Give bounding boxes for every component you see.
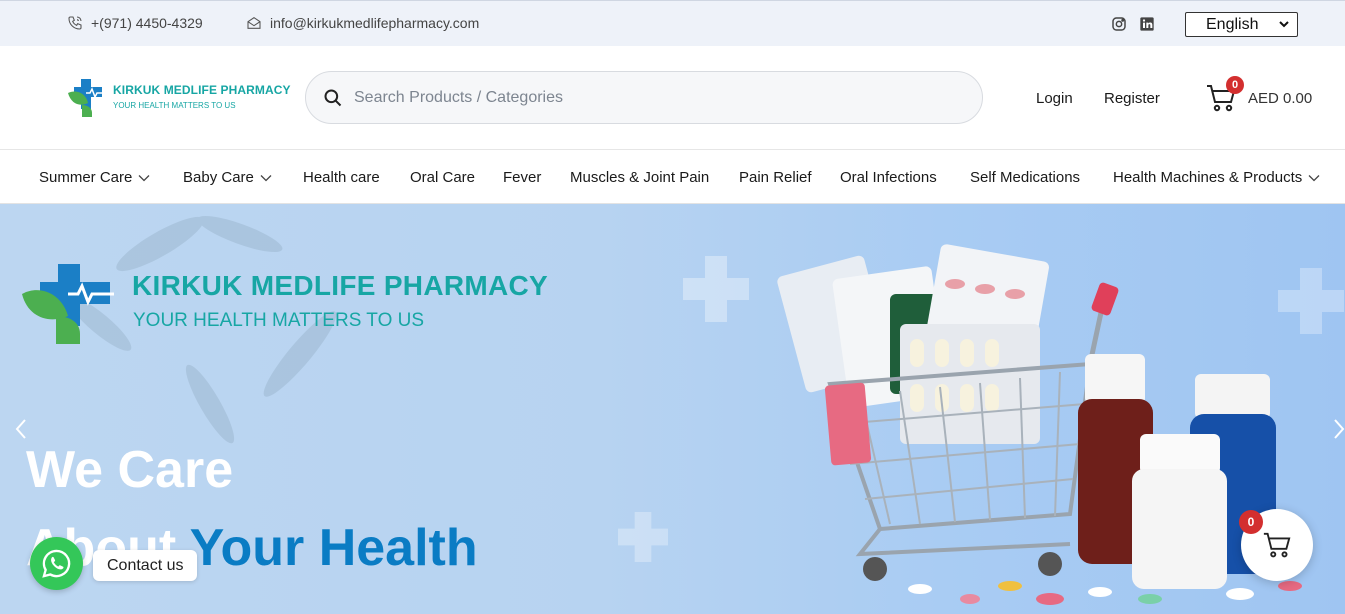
- search-icon[interactable]: [323, 88, 343, 108]
- nav-item-health-machines[interactable]: Health Machines & Products: [1113, 169, 1320, 186]
- language-select[interactable]: English: [1185, 12, 1298, 37]
- pharmacy-logo-icon[interactable]: [66, 77, 106, 119]
- nav-item-label: Summer Care: [39, 169, 133, 186]
- register-link[interactable]: Register: [1104, 90, 1160, 107]
- nav-item-label: Oral Care: [410, 169, 476, 186]
- nav-item-summer-care[interactable]: Summer Care: [39, 169, 150, 186]
- logo-tagline: YOUR HEALTH MATTERS TO US: [113, 101, 236, 110]
- hero-brand-tagline: YOUR HEALTH MATTERS TO US: [133, 310, 425, 331]
- nav-item-label: Baby Care: [183, 169, 254, 186]
- envelope-icon: [247, 17, 261, 29]
- email-contact[interactable]: info@kirkukmedlifepharmacy.com: [246, 15, 479, 31]
- nav-item-health-care[interactable]: Health care: [303, 169, 380, 186]
- medical-cross-decoration: [683, 256, 749, 322]
- nav-item-label: Health care: [303, 169, 380, 186]
- floating-cart-count-badge: 0: [1239, 510, 1263, 534]
- phone-icon: [68, 16, 82, 30]
- nav-item-label: Pain Relief: [739, 169, 812, 186]
- nav-item-label: Health Machines & Products: [1113, 169, 1303, 186]
- nav-item-label: Fever: [503, 169, 542, 186]
- nav-item-fever[interactable]: Fever: [503, 169, 541, 186]
- nav-item-self-medications[interactable]: Self Medications: [970, 169, 1080, 186]
- nav-item-label: Oral Infections: [840, 169, 937, 186]
- login-link[interactable]: Login: [1036, 90, 1073, 107]
- nav-item-oral-care[interactable]: Oral Care: [410, 169, 475, 186]
- hero-brand-name: KIRKUK MEDLIFE PHARMACY: [132, 270, 549, 301]
- hero-headline-line1: We Care: [26, 441, 234, 499]
- nav-item-baby-care[interactable]: Baby Care: [183, 169, 272, 186]
- email-address: info@kirkukmedlifepharmacy.com: [270, 15, 480, 31]
- site-header: KIRKUK MEDLIFE PHARMACY YOUR HEALTH MATT…: [0, 46, 1345, 150]
- nav-item-label: Self Medications: [970, 169, 1081, 186]
- cart-total[interactable]: AED 0.00: [1248, 90, 1312, 107]
- nav-item-muscles-joint-pain[interactable]: Muscles & Joint Pain: [570, 169, 709, 186]
- search-bar: [305, 71, 983, 124]
- nav-item-label: Muscles & Joint Pain: [570, 169, 710, 186]
- hero-headline-blue: Your Health: [189, 519, 478, 577]
- slider-prev-arrow-icon[interactable]: [14, 418, 28, 440]
- contact-us-label[interactable]: Contact us: [93, 550, 198, 581]
- chevron-down-icon: [1308, 174, 1320, 181]
- phone-number: +(971) 4450-4329: [91, 15, 203, 31]
- cart-count-badge: 0: [1226, 76, 1244, 94]
- medical-cross-decoration: [618, 512, 668, 562]
- select-caret-icon: [1279, 21, 1289, 28]
- nav-item-pain-relief[interactable]: Pain Relief: [739, 169, 812, 186]
- chevron-down-icon: [260, 174, 272, 181]
- whatsapp-button[interactable]: [30, 537, 83, 590]
- logo-name: KIRKUK MEDLIFE PHARMACY: [113, 83, 291, 97]
- category-nav: Summer Care Baby Care Health care Oral C…: [0, 151, 1345, 204]
- whatsapp-icon: [42, 549, 71, 578]
- instagram-icon[interactable]: [1111, 16, 1127, 32]
- linkedin-icon[interactable]: [1139, 16, 1155, 32]
- hero-banner[interactable]: KIRKUK MEDLIFE PHARMACY YOUR HEALTH MATT…: [0, 204, 1345, 614]
- nav-item-oral-infections[interactable]: Oral Infections: [840, 169, 937, 186]
- top-bar: +(971) 4450-4329 info@kirkukmedlifepharm…: [0, 0, 1345, 46]
- cart-icon: [1263, 532, 1291, 558]
- search-input[interactable]: [354, 86, 954, 110]
- language-value: English: [1206, 16, 1259, 33]
- slider-next-arrow-icon[interactable]: [1333, 418, 1345, 440]
- hero-logo-icon: [22, 264, 114, 344]
- chevron-down-icon: [138, 174, 150, 181]
- phone-contact[interactable]: +(971) 4450-4329: [67, 15, 203, 31]
